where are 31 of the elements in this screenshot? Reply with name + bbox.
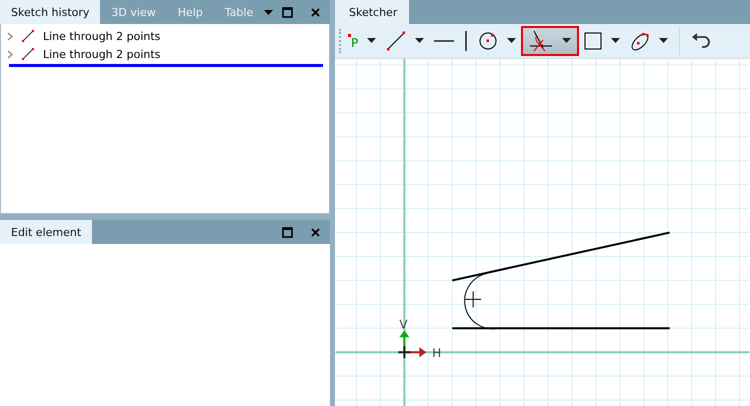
- fillet-icon: [529, 30, 554, 52]
- expand-chevron-icon[interactable]: [7, 32, 13, 40]
- horizontal-line-icon: [434, 38, 454, 43]
- history-item[interactable]: Line through 2 points: [43, 30, 160, 42]
- circle-icon: [478, 30, 498, 51]
- history-item[interactable]: Line through 2 points: [43, 48, 160, 60]
- panel-tab[interactable]: Edit element: [0, 220, 92, 244]
- cursor-crosshair-icon: [464, 290, 482, 308]
- panel-tab[interactable]: Sketcher: [335, 0, 410, 24]
- maximize-icon[interactable]: [282, 226, 293, 238]
- close-icon[interactable]: [311, 228, 320, 236]
- tool-button[interactable]: P: [343, 26, 382, 56]
- line-icon: [386, 30, 406, 51]
- ellipse-icon: [630, 30, 650, 51]
- rectangle-icon: [584, 32, 602, 50]
- point-label: P: [348, 32, 358, 50]
- panel-tab[interactable]: Sketch history: [0, 0, 100, 24]
- dropdown-caret-icon[interactable]: [264, 10, 274, 14]
- line-icon: [21, 29, 35, 43]
- expand-chevron-icon[interactable]: [7, 50, 13, 58]
- tool-button[interactable]: [521, 26, 580, 56]
- point-icon: [348, 34, 351, 37]
- close-icon[interactable]: [311, 8, 320, 16]
- sketch-line[interactable]: [452, 231, 670, 282]
- fillet-arc[interactable]: [464, 272, 499, 330]
- undo-icon: [691, 32, 712, 49]
- vertical-line-icon: [464, 30, 468, 51]
- origin-icon: [397, 345, 412, 360]
- toolbar-grip[interactable]: [339, 28, 343, 53]
- maximize-icon[interactable]: [282, 6, 293, 18]
- line-icon: [21, 47, 35, 61]
